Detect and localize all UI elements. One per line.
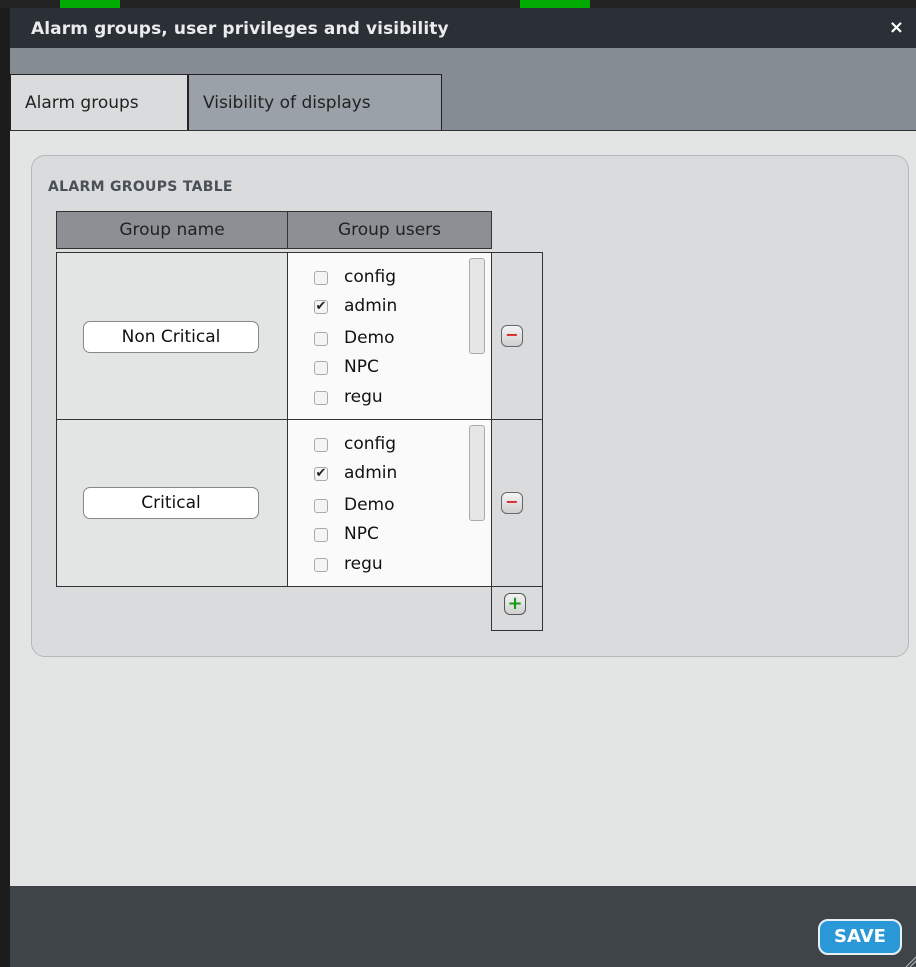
background-strip <box>0 0 916 8</box>
user-label: config <box>344 434 397 454</box>
add-group-button[interactable]: + <box>504 593 526 615</box>
user-label: regu <box>344 387 383 407</box>
group-users-list: config ✔ admin Demo NPC regu <box>288 420 492 586</box>
checkbox[interactable] <box>314 332 328 346</box>
user-label: Demo <box>344 495 395 515</box>
user-label: NPC <box>344 357 379 377</box>
group-name-input[interactable]: Non Critical <box>83 321 259 353</box>
tab-bar: Alarm groups Visibility of displays <box>10 48 916 131</box>
row-action-cell: − <box>491 252 543 420</box>
checkbox[interactable] <box>314 499 328 513</box>
tab-divider <box>10 130 916 131</box>
tab-visibility-of-displays[interactable]: Visibility of displays <box>188 74 442 130</box>
checkbox[interactable] <box>314 558 328 572</box>
dialog-titlebar: Alarm groups, user privileges and visibi… <box>10 8 916 48</box>
scrollbar-thumb[interactable] <box>469 425 485 521</box>
remove-group-button[interactable]: − <box>501 325 523 347</box>
background-indicator <box>520 0 590 8</box>
remove-group-button[interactable]: − <box>501 492 523 514</box>
add-row-cell: + <box>491 583 543 631</box>
user-label: regu <box>344 554 383 574</box>
scrollbar-thumb[interactable] <box>469 258 485 354</box>
dialog-title: Alarm groups, user privileges and visibi… <box>31 19 449 39</box>
user-label: Demo <box>344 328 395 348</box>
alarm-groups-panel: ALARM GROUPS TABLE Group name Group user… <box>31 155 909 657</box>
user-label: config <box>344 267 397 287</box>
checkbox[interactable] <box>314 391 328 405</box>
panel-title: ALARM GROUPS TABLE <box>48 179 233 195</box>
user-label: NPC <box>344 524 379 544</box>
table-row: Critical config ✔ admin Demo NPC regu <box>56 419 492 587</box>
resize-handle-icon[interactable] <box>904 955 916 967</box>
checkbox[interactable] <box>314 361 328 375</box>
checkbox[interactable] <box>314 271 328 285</box>
user-label: admin <box>344 296 398 316</box>
alarm-groups-dialog: Alarm groups, user privileges and visibi… <box>10 8 916 967</box>
row-action-cell: − <box>491 419 543 587</box>
checkbox[interactable] <box>314 528 328 542</box>
background-indicator <box>60 0 120 8</box>
tab-alarm-groups[interactable]: Alarm groups <box>10 74 188 130</box>
column-header-group-name: Group name <box>56 211 288 249</box>
checkbox-checked[interactable]: ✔ <box>314 300 328 314</box>
user-label: admin <box>344 463 398 483</box>
group-name-input[interactable]: Critical <box>83 487 259 519</box>
checkbox[interactable] <box>314 438 328 452</box>
group-users-list: config ✔ admin Demo NPC regu <box>288 253 492 419</box>
checkbox-checked[interactable]: ✔ <box>314 467 328 481</box>
save-button[interactable]: SAVE <box>818 919 902 955</box>
table-row: Non Critical config ✔ admin Demo NPC reg… <box>56 252 492 420</box>
close-icon[interactable]: × <box>889 17 904 38</box>
column-header-group-users: Group users <box>287 211 492 249</box>
dialog-footer: SAVE <box>10 886 916 967</box>
